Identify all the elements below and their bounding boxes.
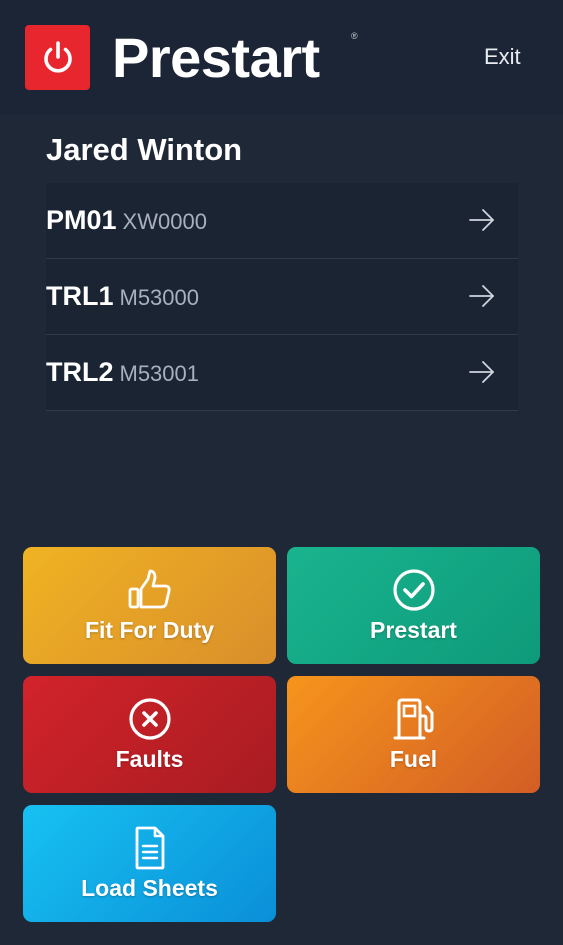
vehicle-code: TRL1 M53000 [46,281,199,312]
vehicle-row-trl2[interactable]: TRL2 M53001 [46,335,518,411]
load-sheets-label: Load Sheets [81,875,218,901]
load-sheets-button[interactable]: Load Sheets [23,805,276,922]
vehicle-row-pm01[interactable]: PM01 XW0000 [46,183,518,259]
arrow-right-icon [469,361,494,383]
fuel-pump-icon [393,698,433,740]
arrow-right-icon [469,285,494,307]
vehicle-list: PM01 XW0000 TRL1 M53000 TRL2 M53001 [46,183,518,411]
vehicle-registration: XW0000 [122,209,207,234]
x-circle-icon [128,698,171,740]
prestart-label: Prestart [370,617,457,643]
thumbs-up-icon [128,569,171,609]
fit-for-duty-button[interactable]: Fit For Duty [23,547,276,664]
prestart-button[interactable]: Prestart [287,547,540,664]
faults-label: Faults [115,746,184,772]
fuel-button[interactable]: Fuel [287,676,540,793]
app-logo [25,25,90,90]
app-screen: Prestart ® Exit Jared Winton PM01 XW0000 … [0,0,563,945]
vehicle-row-trl1[interactable]: TRL1 M53000 [46,259,518,335]
vehicle-registration: M53001 [119,361,200,386]
fuel-label: Fuel [389,746,438,772]
vehicle-code-text: TRL2 [46,357,114,387]
power-icon [43,40,72,73]
header: Prestart ® Exit [0,0,563,115]
arrow-right-icon [469,209,494,231]
vehicle-code: TRL2 M53001 [46,357,199,388]
vehicle-code-text: PM01 [46,205,117,235]
vehicle-code-text: TRL1 [46,281,114,311]
fit-for-duty-label: Fit For Duty [84,617,215,643]
app-title: Prestart [112,26,320,89]
registered-mark: ® [351,31,358,41]
vehicle-code: PM01 XW0000 [46,205,207,236]
vehicle-registration: M53000 [119,285,200,310]
check-circle-icon [392,569,435,611]
exit-button[interactable]: Exit [484,44,521,70]
driver-name: Jared Winton [46,132,243,167]
document-icon [135,826,164,870]
faults-button[interactable]: Faults [23,676,276,793]
